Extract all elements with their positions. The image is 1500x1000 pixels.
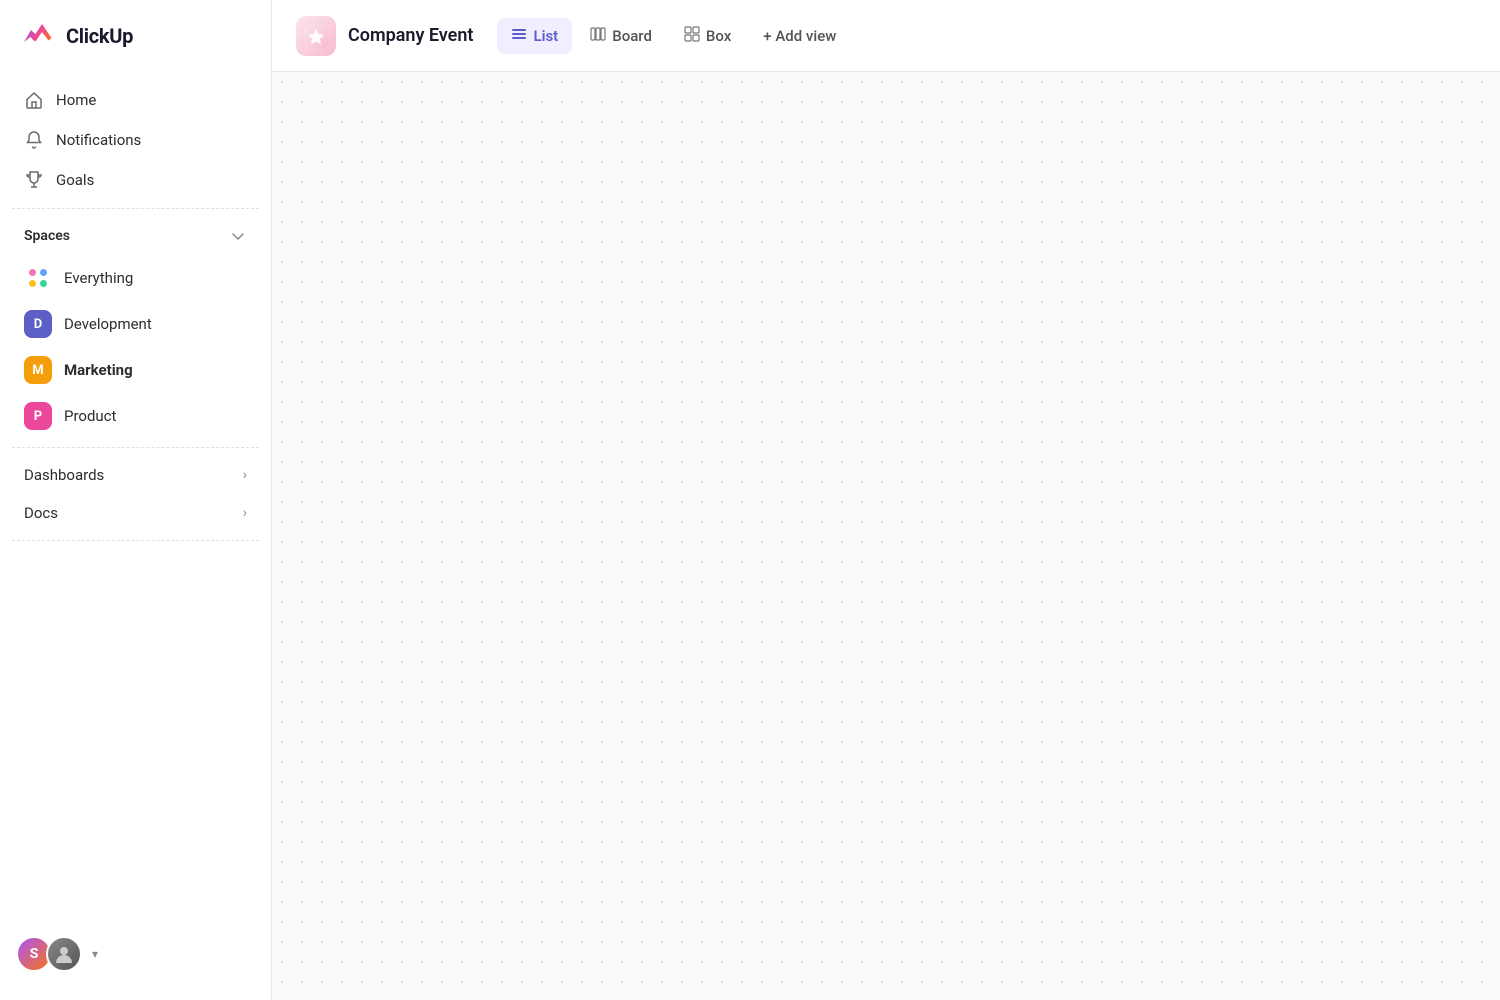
sidebar-item-development[interactable]: D Development: [12, 301, 259, 347]
sidebar-item-home-label: Home: [56, 91, 96, 109]
tab-board-label: Board: [612, 27, 652, 45]
bell-icon: [24, 130, 44, 150]
user-chevron-icon: ▾: [92, 947, 98, 961]
everything-dots-icon: [24, 264, 52, 292]
add-view-button[interactable]: + Add view: [749, 19, 850, 53]
sidebar-item-goals-label: Goals: [56, 171, 94, 189]
tab-list[interactable]: List: [497, 18, 572, 54]
sidebar-item-notifications-label: Notifications: [56, 131, 141, 149]
spaces-chevron-icon: [229, 227, 247, 245]
sidebar-item-docs-label: Docs: [24, 504, 58, 522]
board-tab-icon: [590, 26, 606, 46]
workspace-title: Company Event: [348, 25, 473, 46]
add-view-label: + Add view: [763, 27, 836, 45]
sidebar-item-everything[interactable]: Everything: [12, 255, 259, 301]
list-tab-icon: [511, 26, 527, 46]
product-badge: P: [24, 402, 52, 430]
spaces-header[interactable]: Spaces: [12, 217, 259, 255]
workspace-icon: [296, 16, 336, 56]
dashboards-divider: [12, 447, 259, 448]
sidebar-item-development-label: Development: [64, 315, 152, 333]
sidebar-item-marketing-label: Marketing: [64, 361, 133, 379]
sidebar-item-dashboards-label: Dashboards: [24, 466, 104, 484]
sidebar-item-marketing[interactable]: M Marketing: [12, 347, 259, 393]
trophy-icon: [24, 170, 44, 190]
sidebar-item-dashboards[interactable]: Dashboards ›: [12, 456, 259, 494]
sidebar: ClickUp Home Notifications: [0, 0, 272, 1000]
sidebar-item-goals[interactable]: Goals: [12, 160, 259, 200]
sidebar-item-everything-label: Everything: [64, 269, 133, 287]
sidebar-item-product-label: Product: [64, 407, 116, 425]
docs-chevron-icon: ›: [243, 505, 247, 521]
main-content: Company Event List: [272, 0, 1500, 1000]
marketing-badge: M: [24, 356, 52, 384]
tab-box-label: Box: [706, 27, 731, 45]
logo-area: ClickUp: [0, 0, 271, 72]
bottom-divider: [12, 540, 259, 541]
home-icon: [24, 90, 44, 110]
sidebar-item-notifications[interactable]: Notifications: [12, 120, 259, 160]
sidebar-item-home[interactable]: Home: [12, 80, 259, 120]
dashboards-chevron-icon: ›: [243, 467, 247, 483]
sidebar-navigation: Home Notifications Goals: [0, 72, 271, 924]
user-area[interactable]: S ▾: [0, 924, 271, 984]
tab-box[interactable]: Box: [670, 18, 745, 54]
sidebar-item-docs[interactable]: Docs ›: [12, 494, 259, 532]
avatar-group: S: [16, 936, 82, 972]
view-tabs: List Board: [497, 18, 850, 54]
tab-list-label: List: [533, 27, 558, 45]
topbar: Company Event List: [272, 0, 1500, 72]
avatar-secondary: [46, 936, 82, 972]
box-tab-icon: [684, 26, 700, 46]
logo-text: ClickUp: [66, 24, 133, 48]
spaces-divider: [12, 208, 259, 209]
clickup-logo-icon: [20, 18, 56, 54]
spaces-title: Spaces: [24, 228, 70, 244]
sidebar-item-product[interactable]: P Product: [12, 393, 259, 439]
content-area: [272, 72, 1500, 1000]
tab-board[interactable]: Board: [576, 18, 666, 54]
development-badge: D: [24, 310, 52, 338]
